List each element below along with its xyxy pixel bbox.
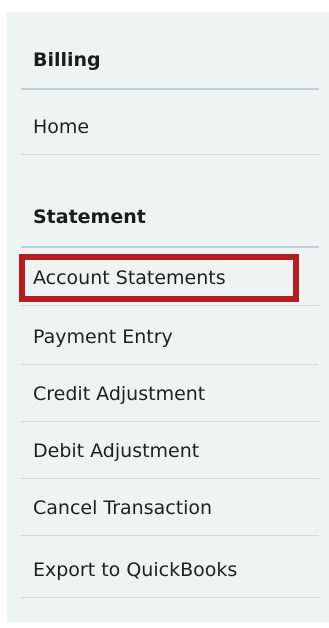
sidebar-item-cancel-transaction[interactable]: Cancel Transaction — [21, 480, 319, 536]
sidebar-item-label: Cancel Transaction — [33, 496, 213, 519]
sidebar-item-credit-adjustment[interactable]: Credit Adjustment — [21, 366, 319, 422]
sidebar-item-label: Export to QuickBooks — [33, 558, 238, 581]
sidebar-item-payment-entry[interactable]: Payment Entry — [21, 309, 319, 365]
billing-sidebar: Billing Home Statement Account Statement… — [7, 12, 329, 622]
billing-heading-label: Billing — [33, 49, 101, 71]
sidebar-item-label: Credit Adjustment — [33, 382, 206, 405]
billing-heading: Billing — [21, 32, 319, 90]
sidebar-item-home[interactable]: Home — [21, 99, 319, 155]
statement-heading: Statement — [21, 188, 319, 248]
statement-heading-label: Statement — [33, 206, 146, 228]
sidebar-item-label: Account Statements — [33, 266, 226, 289]
sidebar-item-debit-adjustment[interactable]: Debit Adjustment — [21, 423, 319, 479]
sidebar-item-account-statements[interactable]: Account Statements — [19, 250, 319, 306]
sidebar-item-label: Payment Entry — [33, 325, 173, 348]
sidebar-item-label: Debit Adjustment — [33, 439, 200, 462]
sidebar-item-label: Home — [33, 115, 90, 138]
sidebar-item-export-quickbooks[interactable]: Export to QuickBooks — [21, 542, 319, 598]
